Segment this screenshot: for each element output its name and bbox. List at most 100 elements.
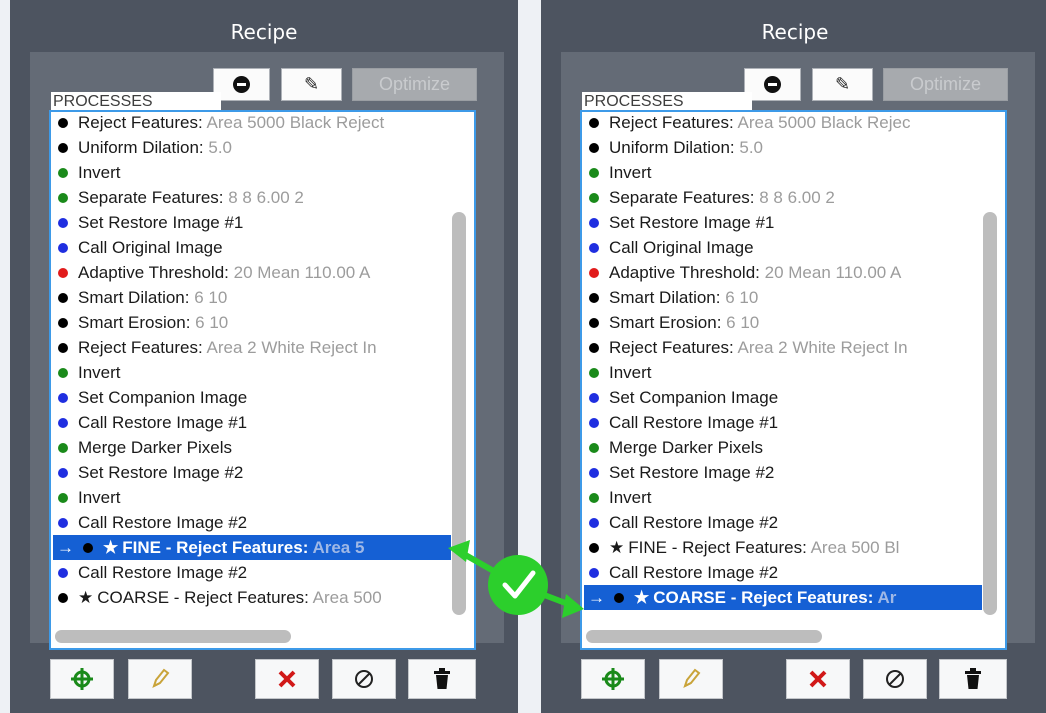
process-item[interactable]: Uniform Dilation: 5.0 xyxy=(51,135,451,160)
remove-process-button[interactable] xyxy=(744,68,801,101)
pencil-icon: ✎ xyxy=(303,74,320,94)
process-params: Ar xyxy=(873,588,897,607)
process-item-selected[interactable]: → ★ COARSE - Reject Features: Ar xyxy=(584,585,982,610)
process-name: Invert xyxy=(609,488,652,507)
remove-process-button[interactable] xyxy=(213,68,270,101)
edit-button[interactable] xyxy=(128,659,192,699)
process-item[interactable]: Call Restore Image #2 xyxy=(582,560,982,585)
process-name: Set Restore Image #1 xyxy=(78,213,244,232)
process-item[interactable]: Reject Features: Area 5000 Black Reject xyxy=(51,112,451,135)
process-item[interactable]: Call Restore Image #2 xyxy=(582,510,982,535)
edit-process-button[interactable]: ✎ xyxy=(281,68,342,101)
status-dot-icon xyxy=(58,442,68,453)
status-dot-icon xyxy=(589,217,599,228)
process-name: Smart Erosion: xyxy=(78,313,191,332)
process-item[interactable]: Reject Features: Area 2 White Reject In xyxy=(582,335,982,360)
process-list[interactable]: ★ COARSE - Reject Features: Area 500 Call … xyxy=(49,110,476,650)
process-name: Uniform Dilation: xyxy=(609,138,735,157)
horizontal-scrollbar-thumb[interactable] xyxy=(55,630,291,643)
selection-arrow-icon: → xyxy=(57,538,74,557)
process-name: Reject Features: xyxy=(78,338,203,357)
process-params: 6 10 xyxy=(721,313,760,332)
process-item[interactable]: Set Restore Image #1 xyxy=(582,210,982,235)
status-dot-icon xyxy=(589,542,599,553)
status-dot-icon xyxy=(589,492,599,503)
process-item[interactable]: Invert xyxy=(582,160,982,185)
process-params: 5.0 xyxy=(734,138,764,157)
trash-button[interactable] xyxy=(408,659,476,699)
process-item[interactable]: Reject Features: Area 5000 Black Rejec xyxy=(582,112,982,135)
status-dot-icon xyxy=(58,342,68,353)
status-dot-icon xyxy=(83,542,93,553)
horizontal-scrollbar-thumb[interactable] xyxy=(586,630,822,643)
vertical-scrollbar-thumb[interactable] xyxy=(983,212,997,615)
process-name: COARSE - Reject Features: xyxy=(97,588,309,607)
process-item[interactable]: Invert xyxy=(51,485,451,510)
process-item[interactable]: Adaptive Threshold: 20 Mean 110.00 A xyxy=(51,260,451,285)
pencil-icon xyxy=(683,668,701,688)
process-name: Merge Darker Pixels xyxy=(78,438,232,457)
status-dot-icon xyxy=(589,517,599,528)
target-button[interactable] xyxy=(581,659,645,699)
edit-button[interactable] xyxy=(659,659,723,699)
process-item-selected[interactable]: → ★ FINE - Reject Features: Area 5 xyxy=(53,535,451,560)
process-item[interactable]: Call Restore Image #1 xyxy=(51,410,451,435)
edit-process-button[interactable]: ✎ xyxy=(812,68,873,101)
process-item[interactable]: Reject Features: Area 2 White Reject In xyxy=(51,335,451,360)
process-name: FINE - Reject Features: xyxy=(122,538,309,557)
process-item[interactable]: Separate Features: 8 8 6.00 2 xyxy=(51,185,451,210)
process-item[interactable]: Invert xyxy=(51,160,451,185)
process-item[interactable]: Smart Dilation: 6 10 xyxy=(582,285,982,310)
delete-button[interactable] xyxy=(255,659,319,699)
crosshair-icon xyxy=(602,668,624,690)
delete-button[interactable] xyxy=(786,659,850,699)
process-item[interactable]: Smart Dilation: 6 10 xyxy=(51,285,451,310)
process-name: Separate Features: xyxy=(78,188,224,207)
process-item[interactable]: Merge Darker Pixels xyxy=(51,435,451,460)
process-item[interactable]: Set Restore Image #2 xyxy=(582,460,982,485)
process-item[interactable]: Smart Erosion: 6 10 xyxy=(51,310,451,335)
process-item[interactable]: Call Original Image xyxy=(582,235,982,260)
process-item[interactable]: Invert xyxy=(582,360,982,385)
process-params: Area 2 White Reject In xyxy=(202,338,377,357)
process-item[interactable]: Set Restore Image #1 xyxy=(51,210,451,235)
status-dot-icon xyxy=(58,492,68,503)
process-name: Set Companion Image xyxy=(609,388,779,407)
process-item[interactable]: Invert xyxy=(582,485,982,510)
status-dot-icon xyxy=(589,417,599,428)
process-name: Invert xyxy=(78,363,121,382)
process-item[interactable]: Call Original Image xyxy=(51,235,451,260)
process-item[interactable]: ★ FINE - Reject Features: Area 500 Bl xyxy=(582,535,982,560)
process-item[interactable]: Call Restore Image #2 xyxy=(51,560,451,585)
status-dot-icon xyxy=(589,317,599,328)
status-dot-icon xyxy=(58,217,68,228)
optimize-button[interactable]: Optimize xyxy=(352,68,477,101)
vertical-scrollbar-thumb[interactable] xyxy=(452,212,466,615)
process-item[interactable]: Call Restore Image #1 xyxy=(582,410,982,435)
process-item[interactable]: Adaptive Threshold: 20 Mean 110.00 A xyxy=(582,260,982,285)
process-item[interactable]: Smart Erosion: 6 10 xyxy=(582,310,982,335)
process-name: Invert xyxy=(78,488,121,507)
process-item[interactable]: Set Companion Image xyxy=(51,385,451,410)
process-name: Call Restore Image #2 xyxy=(78,563,248,582)
process-item[interactable]: Uniform Dilation: 5.0 xyxy=(582,135,982,160)
process-params: 6 10 xyxy=(190,313,229,332)
process-item[interactable]: ★ COARSE - Reject Features: Area 500 xyxy=(51,585,451,610)
process-item[interactable]: Call Restore Image #2 xyxy=(51,510,451,535)
process-item[interactable]: Merge Darker Pixels xyxy=(582,435,982,460)
optimize-button[interactable]: Optimize xyxy=(883,68,1008,101)
process-item[interactable]: Set Restore Image #2 xyxy=(51,460,451,485)
process-item[interactable]: Invert xyxy=(51,360,451,385)
status-dot-icon xyxy=(58,517,68,528)
disable-button[interactable] xyxy=(332,659,396,699)
process-list[interactable]: → ★ COARSE - Reject Features: Ar Call Resto… xyxy=(580,110,1007,650)
process-params: 20 Mean 110.00 A xyxy=(228,263,371,282)
process-name: Set Companion Image xyxy=(78,388,248,407)
process-name: Adaptive Threshold: xyxy=(78,263,229,282)
process-item[interactable]: Separate Features: 8 8 6.00 2 xyxy=(582,185,982,210)
circle-slash-icon xyxy=(355,670,373,688)
process-item[interactable]: Set Companion Image xyxy=(582,385,982,410)
trash-button[interactable] xyxy=(939,659,1007,699)
disable-button[interactable] xyxy=(863,659,927,699)
target-button[interactable] xyxy=(50,659,114,699)
